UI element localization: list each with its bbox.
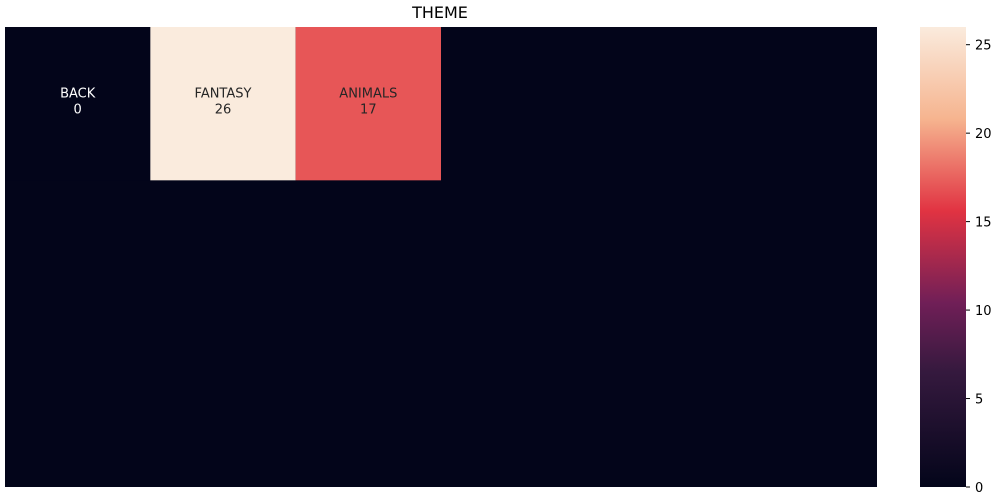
heatmap-cells: BACK0FANTASY26ANIMALS17: [5, 27, 441, 181]
colorbar-tick-label: 25: [975, 39, 992, 54]
heatmap-cell-value: 26: [215, 103, 232, 118]
heatmap-cell-value: 0: [74, 103, 82, 118]
colorbar-tick-label: 20: [975, 127, 992, 142]
colorbar-tick-label: 15: [975, 216, 992, 231]
colorbar-tick-label: 0: [975, 481, 983, 496]
heatmap-cell-label: FANTASY: [195, 87, 252, 102]
colorbar-tick-label: 10: [975, 304, 992, 319]
heatmap-cell: BACK0: [5, 27, 151, 181]
heatmap-cell: ANIMALS17: [295, 27, 441, 181]
colorbar-tick-label: 5: [975, 393, 983, 408]
heatmap-cell: FANTASY26: [150, 27, 296, 181]
heatmap-cell-label: BACK: [60, 87, 96, 102]
heatmap-chart: THEME BACK0FANTASY26ANIMALS17 0510152025: [5, 3, 992, 496]
heatmap-cell-value: 17: [360, 103, 377, 118]
heatmap-cell-label: ANIMALS: [339, 87, 397, 102]
colorbar: 0 5 10 15 20 25: [920, 27, 992, 496]
colorbar-gradient: [920, 27, 966, 487]
chart-title: THEME: [411, 3, 468, 22]
